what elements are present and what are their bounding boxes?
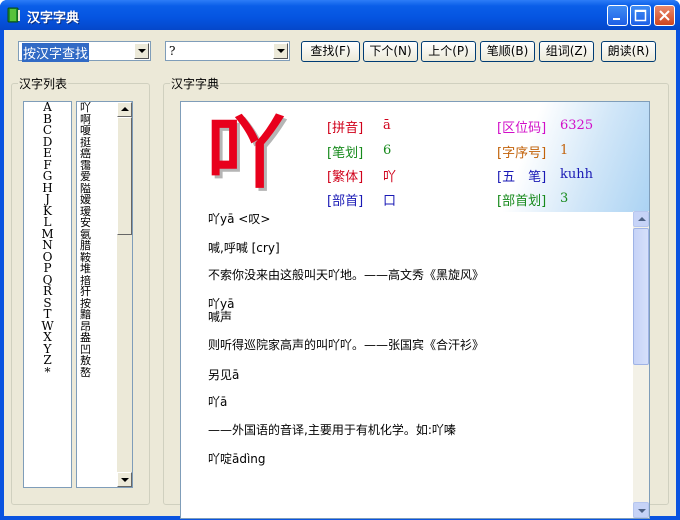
dictionary-title: 汉字字典 — [171, 77, 220, 91]
scroll-up-icon[interactable] — [633, 211, 649, 227]
read-aloud-button[interactable]: 朗读(R) — [601, 41, 656, 62]
word-combine-button[interactable]: 组词(Z) — [539, 41, 594, 62]
char-list-scrollbar[interactable] — [117, 102, 132, 487]
maximize-button[interactable] — [630, 5, 651, 26]
wubi-value: kuhh — [560, 167, 593, 182]
radical-value: 口 — [383, 194, 397, 209]
definition-line: 则听得巡院家高声的叫吖吖。——张国宾《合汗衫》 — [208, 338, 485, 352]
char-list-item[interactable]: 隘 — [77, 183, 118, 195]
find-button[interactable]: 查找(F) — [301, 41, 360, 62]
chevron-down-icon[interactable] — [273, 43, 288, 59]
scroll-thumb[interactable] — [633, 228, 649, 365]
close-button[interactable] — [654, 5, 675, 26]
char-list-item[interactable]: 瑷 — [77, 206, 118, 218]
app-window: 汉字字典 按汉字查找 ? 查找(F) 下个(N) 上个(P) 笔顺(B) 组词(… — [0, 0, 680, 520]
search-input-value: ? — [169, 44, 176, 58]
book-icon — [7, 7, 21, 23]
previous-button[interactable]: 上个(P) — [421, 41, 476, 62]
char-list-item[interactable]: 敖 — [77, 355, 118, 367]
definition-line: 另见ā — [208, 368, 240, 382]
wubi-label: [五 笔] — [497, 170, 547, 185]
letter-index-list[interactable]: A B C D E F G H J K L M N O P Q R S T W X Y Z * — [23, 101, 72, 488]
char-list-item[interactable]: 癌 — [77, 148, 118, 160]
char-list-item[interactable]: 爱 — [77, 171, 118, 183]
scroll-up-icon[interactable] — [117, 102, 132, 117]
window-title: 汉字字典 — [27, 11, 80, 26]
client-area: 按汉字查找 ? 查找(F) 下个(N) 上个(P) 笔顺(B) 组词(Z) 朗读… — [4, 30, 676, 519]
char-list-item[interactable]: 嫒 — [77, 194, 118, 206]
search-mode-value: 按汉字查找 — [22, 43, 90, 62]
search-input[interactable]: ? — [165, 41, 290, 61]
scroll-down-icon[interactable] — [117, 472, 132, 487]
scroll-thumb[interactable] — [117, 117, 132, 235]
search-mode-select[interactable]: 按汉字查找 — [18, 41, 151, 62]
dictionary-panel: 吖 [拼音] ā [笔划] 6 [繁体] 吖 [部首] 口 [区位码] 6325… — [180, 101, 650, 519]
char-list-item[interactable]: 揞 — [77, 275, 118, 287]
char-list-item[interactable]: 凹 — [77, 344, 118, 356]
char-list-item[interactable]: 按 — [77, 298, 118, 310]
radical-strokes-label: [部首划] — [497, 194, 547, 209]
char-list-item[interactable]: 犴 — [77, 286, 118, 298]
char-list-item[interactable]: 安 — [77, 217, 118, 229]
char-list-item[interactable]: 嶅 — [77, 367, 118, 379]
definition-line: 吖yā <叹> — [208, 212, 271, 226]
traditional-label: [繁体] — [327, 170, 364, 185]
definition-line: 吖啶ādìng — [208, 452, 266, 466]
definition-line: 喊,呼喊 [cry] — [208, 241, 280, 255]
definition-scrollbar[interactable] — [633, 211, 649, 518]
char-list-item[interactable]: 霭 — [77, 160, 118, 172]
definition-line: 喊声 — [208, 310, 233, 324]
strokes-label: [笔划] — [327, 146, 364, 161]
radical-label: [部首] — [327, 194, 364, 209]
char-index-value: 1 — [560, 143, 569, 158]
char-list[interactable]: 吖啊嗄挺癌霭爱隘嫒瑷安氨腊鞍堆揞犴按黯昂盎凹敖嶅 — [76, 101, 133, 488]
char-list-item[interactable]: 氨 — [77, 229, 118, 241]
definition-line: 吖ā — [208, 395, 228, 409]
letter-index-item[interactable]: * — [24, 366, 71, 379]
title-bar[interactable]: 汉字字典 — [0, 0, 680, 30]
maximize-icon — [634, 9, 647, 22]
pinyin-value: ā — [383, 118, 391, 133]
char-list-item[interactable]: 盎 — [77, 332, 118, 344]
char-list-item[interactable]: 昂 — [77, 321, 118, 333]
minimize-icon — [613, 18, 620, 20]
char-list-item[interactable]: 挺 — [77, 137, 118, 149]
char-list-item[interactable]: 嗄 — [77, 125, 118, 137]
pinyin-label: [拼音] — [327, 121, 364, 136]
char-list-item[interactable]: 堆 — [77, 263, 118, 275]
stroke-order-button[interactable]: 笔顺(B) — [480, 41, 535, 62]
definition-line: 不索你没来由这般叫天吖地。——高文秀《黑旋风》 — [208, 268, 485, 282]
area-code-value: 6325 — [560, 118, 594, 133]
char-list-item[interactable]: 鞍 — [77, 252, 118, 264]
close-icon — [659, 10, 670, 21]
big-character: 吖 — [207, 109, 286, 199]
scroll-down-icon[interactable] — [633, 502, 649, 518]
area-code-label: [区位码] — [497, 121, 547, 136]
char-list-item[interactable]: 吖 — [77, 102, 118, 114]
char-list-item[interactable]: 腊 — [77, 240, 118, 252]
char-list-title: 汉字列表 — [19, 77, 68, 91]
definition-line: ——外国语的音译,主要用于有机化学。如:吖嗪 — [208, 423, 456, 437]
char-list-item[interactable]: 黯 — [77, 309, 118, 321]
radical-strokes-value: 3 — [560, 191, 569, 206]
minimize-button[interactable] — [607, 5, 628, 26]
char-list-item[interactable]: 啊 — [77, 114, 118, 126]
next-button[interactable]: 下个(N) — [363, 41, 418, 62]
char-index-label: [字序号] — [497, 146, 547, 161]
traditional-value: 吖 — [383, 170, 397, 185]
strokes-value: 6 — [383, 143, 392, 158]
chevron-down-icon[interactable] — [134, 43, 149, 59]
